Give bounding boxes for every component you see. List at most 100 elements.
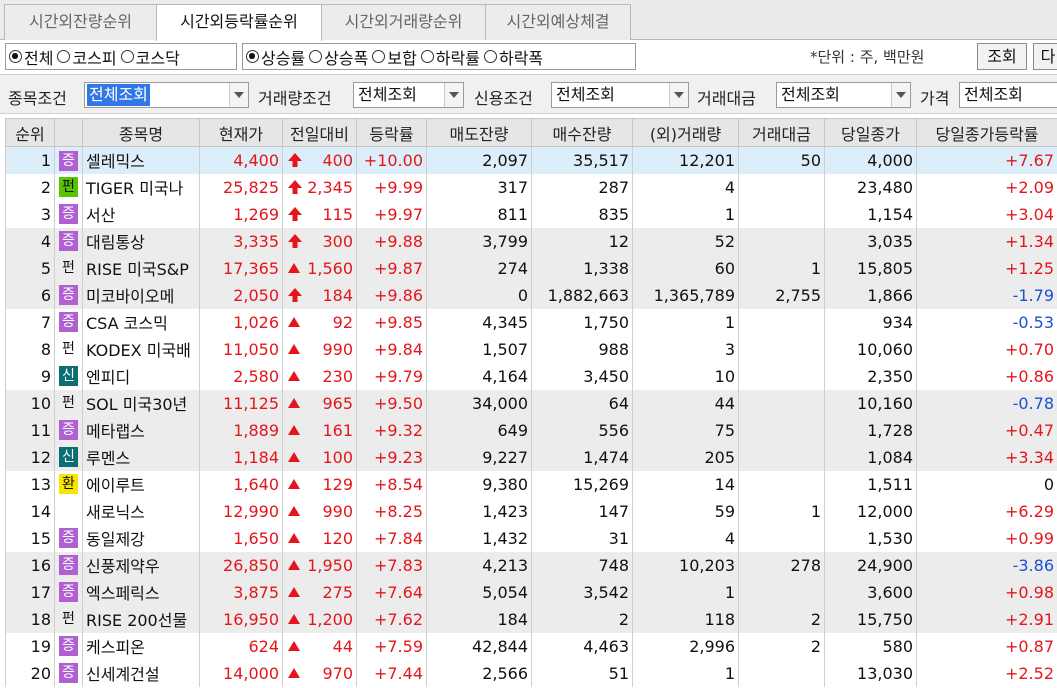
chevron-down-icon[interactable] [444,83,463,107]
table-row[interactable]: 3 증 서산 1,269 115 +9.97 811 835 1 1,154 +3.04 [5,200,1057,228]
bid-qty-cell: 835 [531,200,633,228]
stock-name-cell[interactable]: 서산 [82,200,200,228]
stock-name-cell[interactable]: 에이루트 [82,470,200,498]
stock-name-cell[interactable]: SOL 미국30년 [82,389,200,417]
radio-sort-fall-amount[interactable]: 하락폭 [483,45,543,69]
stock-name-cell[interactable]: 엔피디 [82,362,200,390]
table-row[interactable]: 5 펀 RISE 미국S&P 17,365 1,560 +9.87 274 1,338 60 1 1… [5,254,1057,282]
column-header-volume[interactable]: (외)거래량 [632,118,739,147]
column-header-close-change-rate[interactable]: 당일종가등락률 [916,118,1057,147]
stock-name-cell[interactable]: 신풍제약우 [82,551,200,579]
close-change-rate-cell: -0.53 [916,308,1057,336]
change-rate-cell: +9.50 [356,389,427,417]
tab-afterhours-balance-rank[interactable]: 시간외잔량순위 [4,4,157,40]
table-row[interactable]: 20 증 신세계건설 14,000 970 +7.44 2,566 51 1 13,030 +2.5… [5,659,1057,687]
change-cell: 1,950 [282,551,357,579]
trade-amount-select[interactable]: 전체조회 [776,82,911,108]
close-change-rate-cell: +2.09 [916,173,1057,201]
change-cell: 965 [282,389,357,417]
change-value: 184 [322,285,353,305]
table-row[interactable]: 6 증 미코바이오메 2,050 184 +9.86 0 1,882,663 1,365,789… [5,281,1057,309]
table-row[interactable]: 2 펀 TIGER 미국나 25,825 2,345 +9.99 317 287 4 23,480… [5,173,1057,201]
bid-qty-cell: 1,750 [531,308,633,336]
stock-name-cell[interactable]: 케스피온 [82,632,200,660]
stock-name-cell[interactable]: TIGER 미국나 [82,173,200,201]
radio-market-all[interactable]: 전체 [9,45,53,69]
stock-name-cell[interactable]: CSA 코스믹 [82,308,200,336]
column-header-current-price[interactable]: 현재가 [199,118,283,147]
column-header-ask-qty[interactable]: 매도잔량 [426,118,532,147]
rank-cell: 8 [5,335,55,363]
stock-name-cell[interactable]: RISE 미국S&P [82,254,200,282]
tab-afterhours-expected-trade[interactable]: 시간외예상체결 [485,4,631,40]
stock-name-cell[interactable]: 셀레믹스 [82,146,200,174]
radio-sort-rise-amount[interactable]: 상승폭 [309,45,368,69]
table-row[interactable]: 12 신 루멘스 1,184 100 +9.23 9,227 1,474 205 1,084 +3.… [5,443,1057,471]
stock-name-cell[interactable]: 동일제강 [82,524,200,552]
table-row[interactable]: 19 증 케스피온 624 44 +7.59 42,844 4,463 2,996 2 580 +0.… [5,632,1057,660]
column-header-trade-amount[interactable]: 거래대금 [738,118,825,147]
stock-name-cell[interactable]: RISE 200선물 [82,605,200,633]
stock-name-cell[interactable]: KODEX 미국배 [82,335,200,363]
tab-afterhours-volume-rank[interactable]: 시간외거래량순위 [321,4,486,40]
table-row[interactable]: 8 펀 KODEX 미국배 11,050 990 +9.84 1,507 988 3 10,060… [5,335,1057,363]
current-price-cell: 3,335 [199,227,283,255]
stock-type-badge: 신 [59,447,78,468]
table-row[interactable]: 4 증 대림통상 3,335 300 +9.88 3,799 12 52 3,035 +1.34 [5,227,1057,255]
stock-name-cell[interactable]: 엑스페릭스 [82,578,200,606]
stock-name-cell[interactable]: 미코바이오메 [82,281,200,309]
table-row[interactable]: 18 펀 RISE 200선물 16,950 1,200 +7.62 184 2 118 2 15,… [5,605,1057,633]
stock-name-cell[interactable]: 새로닉스 [82,497,200,525]
next-button[interactable]: 다 [1033,43,1057,70]
stock-name-cell[interactable]: 대림통상 [82,227,200,255]
column-header-change[interactable]: 전일대비 [282,118,357,147]
ask-qty-cell: 34,000 [426,389,532,417]
table-row[interactable]: 9 신 엔피디 2,580 230 +9.79 4,164 3,450 10 2,350 +0.86 [5,362,1057,390]
change-rate-cell: +8.25 [356,497,427,525]
table-row[interactable]: 1 증 셀레믹스 4,400 400 +10.00 2,097 35,517 12,201 50 4… [5,146,1057,174]
table-row[interactable]: 14 새로닉스 12,990 990 +8.25 1,423 147 59 1 12,000 +6.… [5,497,1057,525]
chevron-down-icon[interactable] [669,83,688,107]
current-price-cell: 1,269 [199,200,283,228]
table-row[interactable]: 17 증 엑스페릭스 3,875 275 +7.64 5,054 3,542 1 3,600 +0.… [5,578,1057,606]
query-button[interactable]: 조회 [977,43,1027,70]
ask-qty-cell: 9,227 [426,443,532,471]
radio-sort-fall-rate[interactable]: 하락률 [420,45,480,69]
radio-sort-unchanged[interactable]: 보합 [372,45,417,69]
chevron-down-icon[interactable] [229,83,248,107]
table-row[interactable]: 11 증 메타랩스 1,889 161 +9.32 649 556 75 1,728 +0.47 [5,416,1057,444]
trade-amount-cell [738,659,825,687]
current-price-cell: 1,640 [199,470,283,498]
table-row[interactable]: 10 펀 SOL 미국30년 11,125 965 +9.50 34,000 64 44 10,1… [5,389,1057,417]
up-triangle-icon [287,450,301,464]
stock-name-cell[interactable]: 메타랩스 [82,416,200,444]
column-header-close-price[interactable]: 당일종가 [824,118,917,147]
badge-cell: 증 [54,227,83,255]
column-header-stock-name[interactable]: 종목명 [82,118,200,147]
table-row[interactable]: 15 증 동일제강 1,650 120 +7.84 1,432 31 4 1,530 +0.99 [5,524,1057,552]
close-change-rate-cell: +3.34 [916,443,1057,471]
column-header-bid-qty[interactable]: 매수잔량 [531,118,633,147]
change-value: 965 [322,393,353,413]
volume-condition-select[interactable]: 전체조회 [353,82,464,108]
price-select[interactable]: 전체조회 [959,82,1057,108]
radio-market-kosdaq[interactable]: 코스닥 [120,45,180,69]
radio-sort-rise-rate[interactable]: 상승률 [246,45,305,69]
chevron-down-icon[interactable] [891,83,910,107]
badge-cell: 증 [54,578,83,606]
table-row[interactable]: 13 환 에이루트 1,640 129 +8.54 9,380 15,269 14 1,511 0 [5,470,1057,498]
credit-condition-select[interactable]: 전체조회 [551,82,689,108]
column-header-badge[interactable] [54,118,83,147]
tab-afterhours-change-rate-rank[interactable]: 시간외등락률순위 [156,4,322,41]
stock-name-cell[interactable]: 루멘스 [82,443,200,471]
stock-type-badge: 증 [59,231,78,252]
radio-market-kospi[interactable]: 코스피 [57,45,117,69]
stock-name-cell[interactable]: 신세계건설 [82,659,200,687]
table-row[interactable]: 16 증 신풍제약우 26,850 1,950 +7.83 4,213 748 10,203 27… [5,551,1057,579]
stock-condition-select[interactable]: 전체조회 [84,82,249,108]
column-header-change-rate[interactable]: 등락률 [356,118,427,147]
column-header-rank[interactable]: 순위 [5,118,55,147]
table-row[interactable]: 7 증 CSA 코스믹 1,026 92 +9.85 4,345 1,750 1 934 -0.53 [5,308,1057,336]
stock-type-badge: 펀 [59,177,78,198]
stock-type-badge: 신 [59,366,78,387]
